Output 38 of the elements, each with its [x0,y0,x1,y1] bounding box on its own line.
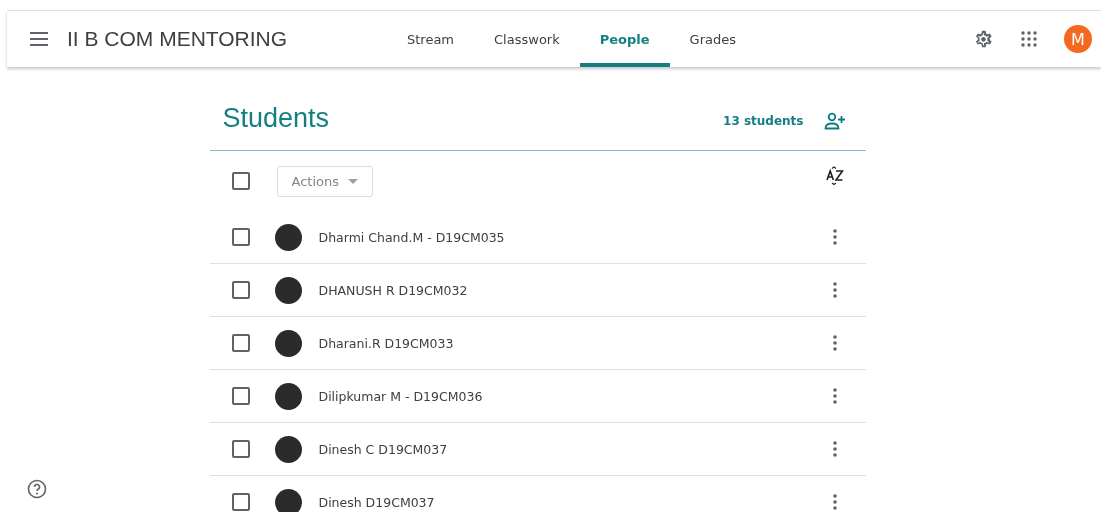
caret-icon [347,178,358,184]
avatar-placeholder [274,329,302,357]
student-name[interactable]: Dharani.R D19CM033 [318,335,454,351]
more-options-icon[interactable] [832,388,837,404]
tab[interactable]: Stream [387,11,475,67]
add-person-icon[interactable] [823,112,846,130]
student-checkbox[interactable] [231,228,250,246]
avatar-placeholder [274,276,302,304]
more-options-icon[interactable] [832,335,837,351]
student-checkbox[interactable] [231,493,250,511]
sort-az-icon[interactable] [825,166,844,186]
student-checkbox[interactable] [231,387,250,405]
student-checkbox[interactable] [231,334,250,352]
tab[interactable]: Classwork [474,11,580,67]
student-name[interactable]: Dilipkumar M - D19CM036 [318,388,483,404]
select-all-checkbox[interactable] [231,172,250,190]
student-name[interactable]: Dinesh C D19CM037 [318,441,448,457]
help-icon[interactable] [27,479,47,499]
more-options-icon[interactable] [832,441,837,457]
apps-grid-icon[interactable] [1020,30,1038,48]
more-options-icon[interactable] [832,229,837,245]
avatar-placeholder [274,223,302,251]
more-options-icon[interactable] [832,282,837,298]
more-options-icon[interactable] [832,494,837,510]
student-name[interactable]: Dinesh D19CM037 [318,494,435,510]
avatar-placeholder [274,488,302,512]
class-name[interactable]: II B COM MENTORING [67,27,288,51]
tab[interactable]: People [579,11,670,67]
student-count: 13 students [723,114,804,128]
tab[interactable]: Grades [669,11,756,67]
student-checkbox[interactable] [231,281,250,299]
avatar-placeholder [274,382,302,410]
student-checkbox[interactable] [231,440,250,458]
actions-dropdown[interactable]: Actions [276,165,373,197]
avatar-placeholder [274,435,302,463]
student-name[interactable]: DHANUSH R D19CM032 [318,282,468,298]
student-name[interactable]: Dharmi Chand.M - D19CM035 [318,229,505,245]
section-title: Students [222,103,330,134]
